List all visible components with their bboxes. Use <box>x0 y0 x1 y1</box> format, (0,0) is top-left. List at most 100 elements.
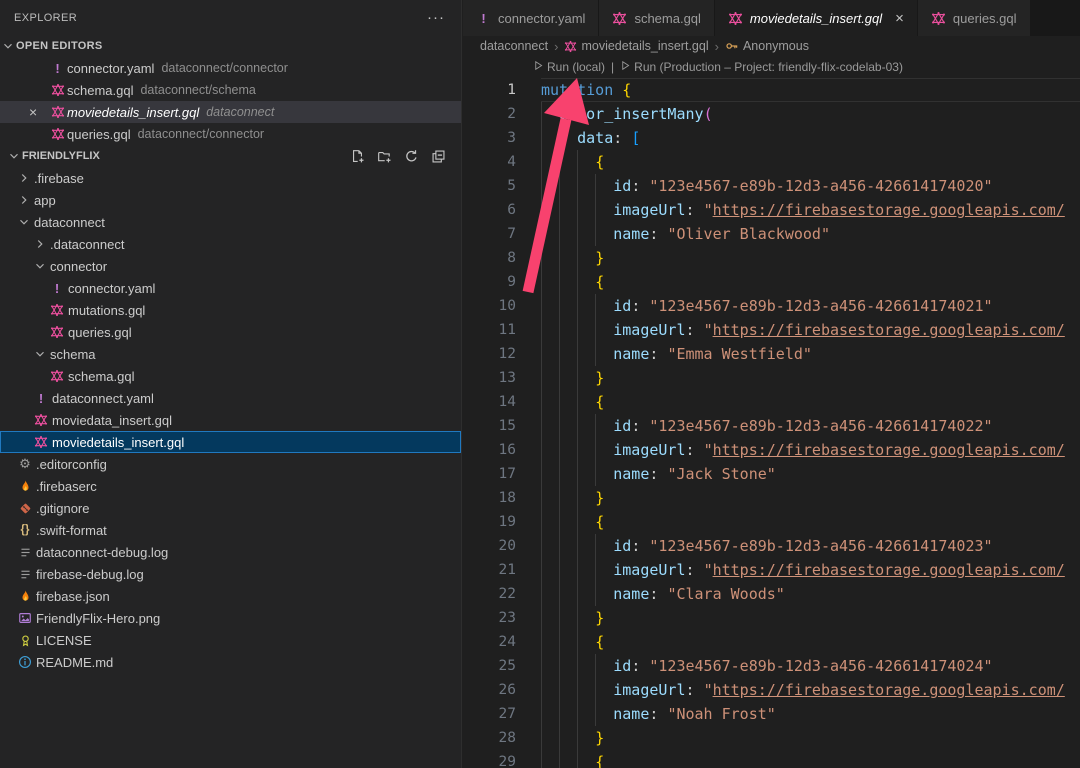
breadcrumb-segment[interactable]: moviedetails_insert.gql <box>564 39 708 53</box>
indent-guide <box>541 630 542 654</box>
open-editors-header[interactable]: OPEN EDITORS <box>0 35 461 57</box>
graphql-icon <box>50 369 64 383</box>
indent-guide <box>541 750 542 768</box>
indent-guide <box>577 462 578 486</box>
tree-item-readme-md[interactable]: README.md <box>0 651 461 673</box>
tree-item-friendlyflix-hero-png[interactable]: FriendlyFlix-Hero.png <box>0 607 461 629</box>
new-folder-button[interactable] <box>376 148 393 165</box>
open-editor-item[interactable]: × moviedetails_insert.gql dataconnect <box>0 101 461 123</box>
run-local-link[interactable]: Run (local) <box>533 60 605 74</box>
line-number: 27 <box>463 702 516 726</box>
code-line[interactable]: 29 { <box>463 750 1080 768</box>
tab-connector-yaml[interactable]: ! connector.yaml <box>463 0 599 36</box>
code-line[interactable]: 28 } <box>463 726 1080 750</box>
open-editor-description: dataconnect/connector <box>161 61 287 75</box>
code-line[interactable]: 17 name: "Jack Stone" <box>463 462 1080 486</box>
code-line[interactable]: 22 name: "Clara Woods" <box>463 582 1080 606</box>
tree-item--gitignore[interactable]: .gitignore <box>0 497 461 519</box>
indent-guide <box>577 438 578 462</box>
new-file-button[interactable] <box>349 148 366 165</box>
code-line[interactable]: 10 id: "123e4567-e89b-12d3-a456-42661417… <box>463 294 1080 318</box>
close-icon[interactable]: × <box>29 104 48 120</box>
tree-item-schema[interactable]: schema <box>0 343 461 365</box>
tree-item-moviedata-insert-gql[interactable]: moviedata_insert.gql <box>0 409 461 431</box>
line-number: 29 <box>463 750 516 768</box>
code-line[interactable]: 8 } <box>463 246 1080 270</box>
indent-guide <box>559 462 560 486</box>
more-actions-icon[interactable]: ··· <box>427 9 445 26</box>
close-icon[interactable]: × <box>895 10 904 27</box>
tree-item--dataconnect[interactable]: .dataconnect <box>0 233 461 255</box>
tab-schema-gql[interactable]: schema.gql <box>599 0 714 36</box>
code-line[interactable]: 11 imageUrl: "https://firebasestorage.go… <box>463 318 1080 342</box>
code-line[interactable]: 9 { <box>463 270 1080 294</box>
open-editor-item[interactable]: ! connector.yaml dataconnect/connector <box>0 57 461 79</box>
workspace-header[interactable]: FRIENDLYFLIX <box>0 145 461 167</box>
tree-item-schema-gql[interactable]: schema.gql <box>0 365 461 387</box>
tree-item-dataconnect[interactable]: dataconnect <box>0 211 461 233</box>
code-line[interactable]: 3 data: [ <box>463 126 1080 150</box>
code-line[interactable]: 26 imageUrl: "https://firebasestorage.go… <box>463 678 1080 702</box>
tree-item-firebase-debug-log[interactable]: firebase-debug.log <box>0 563 461 585</box>
indent-guide <box>559 198 560 222</box>
indent-guide <box>559 534 560 558</box>
code-line[interactable]: 24 { <box>463 630 1080 654</box>
collapse-all-button[interactable] <box>430 148 447 165</box>
code-line[interactable]: 15 id: "123e4567-e89b-12d3-a456-42661417… <box>463 414 1080 438</box>
code-line[interactable]: 23 } <box>463 606 1080 630</box>
tree-item-mutations-gql[interactable]: mutations.gql <box>0 299 461 321</box>
indent-guide <box>541 126 542 150</box>
tree-item-label: schema <box>50 347 96 362</box>
tree-item-label: .firebase <box>34 171 84 186</box>
open-editor-item[interactable]: schema.gql dataconnect/schema <box>0 79 461 101</box>
code-editor[interactable]: 1 mutation { 2 actor_insertMany( 3 data:… <box>463 78 1080 768</box>
code-line[interactable]: 18 } <box>463 486 1080 510</box>
code-line[interactable]: 14 { <box>463 390 1080 414</box>
chevron-down-icon <box>0 38 16 54</box>
tree-item--editorconfig[interactable]: ⚙.editorconfig <box>0 453 461 475</box>
tree-item-connector[interactable]: connector <box>0 255 461 277</box>
tree-item-license[interactable]: LICENSE <box>0 629 461 651</box>
tree-item-moviedetails-insert-gql[interactable]: moviedetails_insert.gql <box>0 431 461 453</box>
tree-item-app[interactable]: app <box>0 189 461 211</box>
breadcrumb-separator: › <box>554 39 558 54</box>
code-line[interactable]: 21 imageUrl: "https://firebasestorage.go… <box>463 558 1080 582</box>
code-line[interactable]: 2 actor_insertMany( <box>463 102 1080 126</box>
code-line[interactable]: 7 name: "Oliver Blackwood" <box>463 222 1080 246</box>
refresh-button[interactable] <box>403 148 420 165</box>
tree-item--swift-format[interactable]: {}.swift-format <box>0 519 461 541</box>
tree-item-firebase-json[interactable]: firebase.json <box>0 585 461 607</box>
code-line[interactable]: 16 imageUrl: "https://firebasestorage.go… <box>463 438 1080 462</box>
line-number: 16 <box>463 438 516 462</box>
tree-item-dataconnect-yaml[interactable]: !dataconnect.yaml <box>0 387 461 409</box>
tree-item-label: mutations.gql <box>68 303 145 318</box>
code-line[interactable]: 25 id: "123e4567-e89b-12d3-a456-42661417… <box>463 654 1080 678</box>
line-number: 11 <box>463 318 516 342</box>
tab-moviedetails-insert-gql[interactable]: moviedetails_insert.gql × <box>715 0 918 36</box>
line-number: 21 <box>463 558 516 582</box>
code-line[interactable]: 19 { <box>463 510 1080 534</box>
code-line[interactable]: 1 mutation { <box>463 78 1080 102</box>
breadcrumb-segment[interactable]: dataconnect <box>480 39 548 53</box>
indent-guide <box>559 486 560 510</box>
tree-item-connector-yaml[interactable]: !connector.yaml <box>0 277 461 299</box>
indent-guide <box>559 174 560 198</box>
breadcrumb-segment[interactable]: Anonymous <box>725 39 809 53</box>
code-line[interactable]: 27 name: "Noah Frost" <box>463 702 1080 726</box>
code-line[interactable]: 13 } <box>463 366 1080 390</box>
tree-item--firebase[interactable]: .firebase <box>0 167 461 189</box>
chevron-down-icon <box>17 215 31 229</box>
indent-guide <box>559 630 560 654</box>
run-production-link[interactable]: Run (Production – Project: friendly-flix… <box>620 60 903 74</box>
code-line[interactable]: 5 id: "123e4567-e89b-12d3-a456-426614174… <box>463 174 1080 198</box>
tree-item-queries-gql[interactable]: queries.gql <box>0 321 461 343</box>
code-line[interactable]: 12 name: "Emma Westfield" <box>463 342 1080 366</box>
tree-item--firebaserc[interactable]: .firebaserc <box>0 475 461 497</box>
code-line[interactable]: 6 imageUrl: "https://firebasestorage.goo… <box>463 198 1080 222</box>
braces-icon: {} <box>21 524 30 536</box>
open-editor-item[interactable]: queries.gql dataconnect/connector <box>0 123 461 145</box>
code-line[interactable]: 4 { <box>463 150 1080 174</box>
code-line[interactable]: 20 id: "123e4567-e89b-12d3-a456-42661417… <box>463 534 1080 558</box>
tree-item-dataconnect-debug-log[interactable]: dataconnect-debug.log <box>0 541 461 563</box>
tab-queries-gql[interactable]: queries.gql <box>918 0 1031 36</box>
